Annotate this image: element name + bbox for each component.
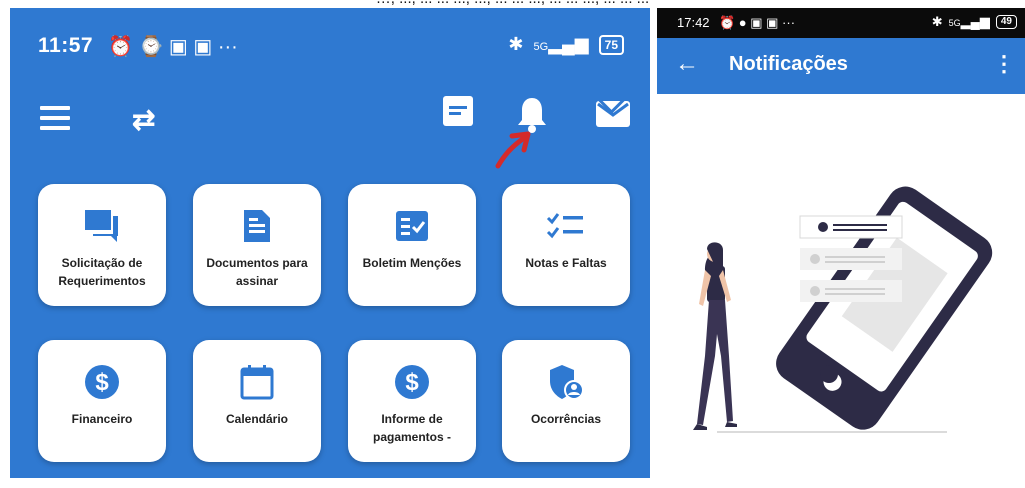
top-caption: …, ..., ... ... ...; ...; ... ... ..., .…: [0, 0, 1025, 7]
tile-label: Notas e Faltas: [525, 256, 607, 270]
tile-label: Informe de pagamentos -: [372, 412, 451, 444]
empty-notifications-illustration: [693, 186, 993, 433]
arrow-left-icon[interactable]: ←: [675, 50, 699, 78]
document-icon: [193, 206, 321, 246]
tile-label: Calendário: [225, 412, 288, 426]
annotation-arrow-icon: [490, 130, 540, 170]
status-bar: 17:42 ⏰ ● ▣ ▣ ··· ✱ 5G▂▄▆ 49: [657, 8, 1025, 38]
calendar-icon: [193, 362, 321, 402]
tile-label: Financeiro: [71, 412, 133, 426]
tile-label: Documentos para assinar: [206, 256, 308, 288]
messages-icon[interactable]: [443, 96, 473, 126]
tile-boletim[interactable]: Boletim Menções: [348, 184, 476, 306]
more-vert-icon[interactable]: ⋮: [993, 51, 1015, 77]
report-check-icon: [348, 206, 476, 246]
signal-icon: 5G▂▄▆: [533, 34, 589, 54]
bluetooth-icon: ✱: [508, 34, 524, 54]
signal-icon: 5G▂▄▆: [948, 14, 990, 29]
shield-user-icon: [502, 362, 630, 402]
tile-ocorrencias[interactable]: Ocorrências: [502, 340, 630, 462]
tile-calendario[interactable]: Calendário: [193, 340, 321, 462]
right-screen: 17:42 ⏰ ● ▣ ▣ ··· ✱ 5G▂▄▆ 49 ← Notificaç…: [657, 8, 1025, 488]
menu-icon[interactable]: [40, 106, 70, 130]
status-icons: ⏰ ● ▣ ▣ ···: [719, 15, 796, 30]
tile-informe[interactable]: $ Informe de pagamentos -: [348, 340, 476, 462]
battery-indicator: 75: [598, 34, 624, 55]
status-icons: ⏰ ⌚ ▣ ▣ ···: [108, 36, 238, 58]
tile-notas[interactable]: Notas e Faltas: [502, 184, 630, 306]
swap-icon[interactable]: ⇄: [132, 103, 155, 136]
page-title: Notificações: [729, 53, 848, 75]
left-screen: 11:57 ⏰ ⌚ ▣ ▣ ··· ✱ 5G▂▄▆ 75 ⇄ Solicitaç…: [10, 8, 650, 478]
status-bar: 11:57 ⏰ ⌚ ▣ ▣ ··· ✱ 5G▂▄▆ 75: [38, 32, 630, 62]
tile-solicitacao[interactable]: Solicitação de Requerimentos: [38, 184, 166, 306]
tile-label: Boletim Menções: [362, 256, 462, 270]
mail-icon[interactable]: [596, 101, 630, 127]
chat-icon: [38, 206, 166, 246]
tile-financeiro[interactable]: $ Financeiro: [38, 340, 166, 462]
tile-label: Solicitação de Requerimentos: [58, 256, 146, 288]
checklist-icon: [502, 206, 630, 246]
svg-text:$: $: [95, 369, 109, 396]
status-time: 17:42: [677, 15, 710, 30]
bell-icon[interactable]: [517, 96, 547, 134]
app-bar: ← Notificações ⋮: [657, 38, 1025, 94]
bluetooth-icon: ✱: [931, 14, 943, 29]
status-time: 11:57: [38, 34, 94, 57]
tile-documentos[interactable]: Documentos para assinar: [193, 184, 321, 306]
tile-label: Ocorrências: [530, 412, 602, 426]
svg-text:$: $: [405, 369, 419, 396]
battery-indicator: 49: [995, 15, 1017, 29]
dollar-icon: $: [38, 362, 166, 402]
dollar-icon: $: [348, 362, 476, 402]
